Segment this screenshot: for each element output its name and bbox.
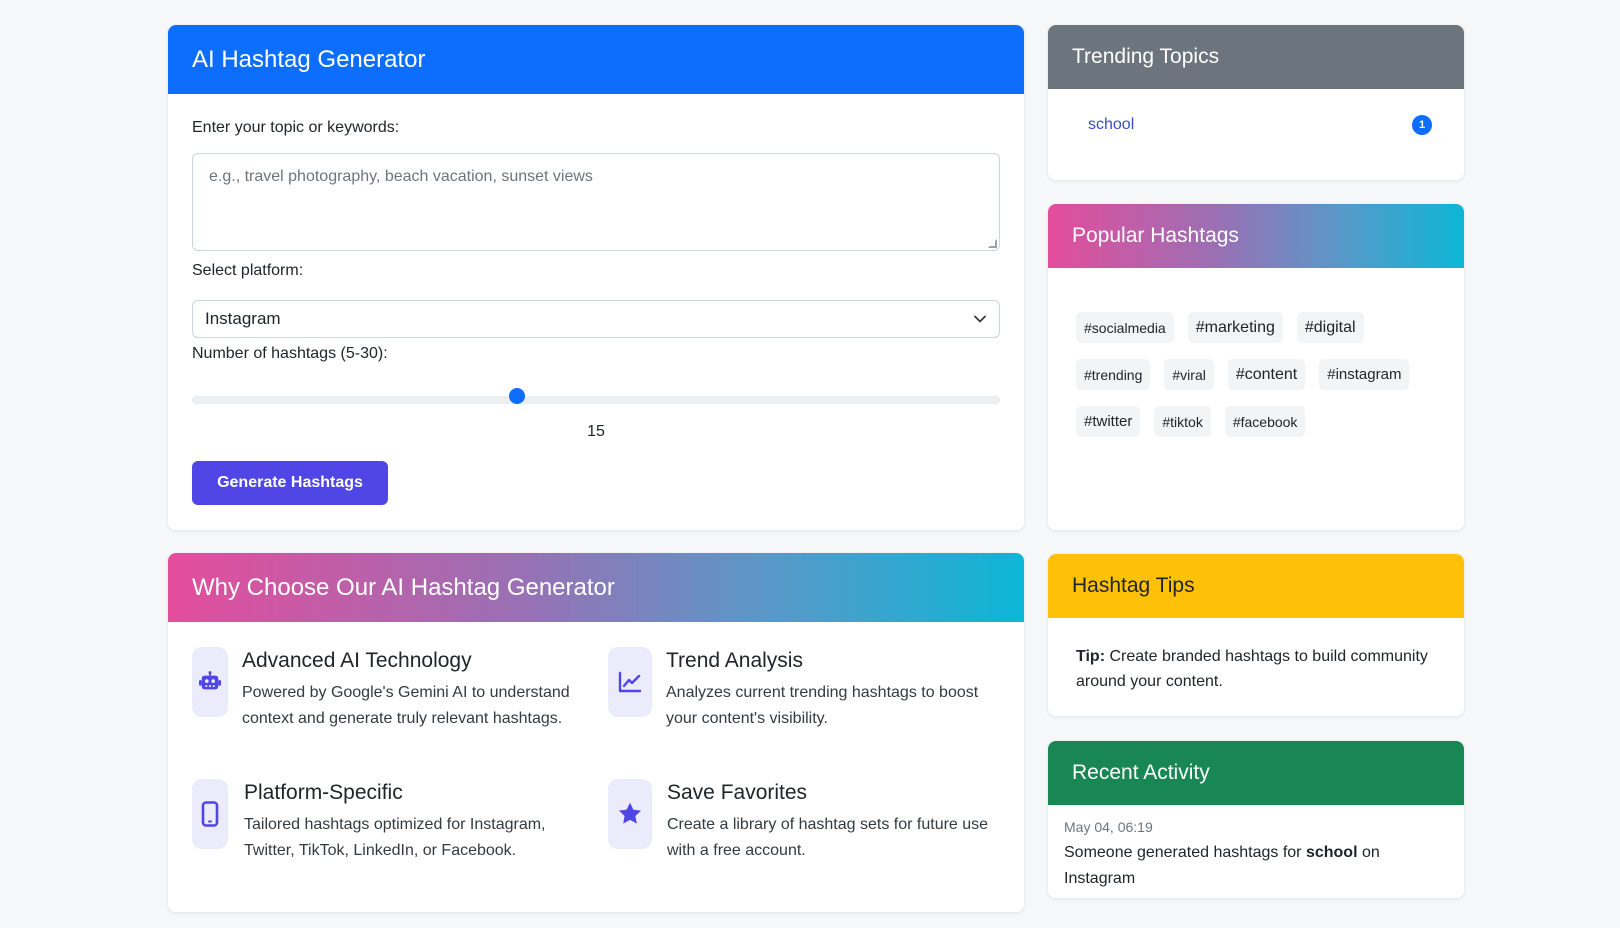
hashtag-chip[interactable]: #viral: [1164, 359, 1214, 390]
feature-desc: Create a library of hashtag sets for fut…: [667, 816, 989, 859]
popular-hashtags-card: Popular Hashtags #socialmedia #marketing…: [1048, 204, 1464, 530]
platform-select[interactable]: Instagram: [192, 300, 1000, 338]
tip-text: Tip: Create branded hashtags to build co…: [1076, 644, 1436, 694]
generator-title: AI Hashtag Generator: [168, 25, 1024, 94]
platform-label: Select platform:: [192, 262, 304, 279]
feature-desc: Tailored hashtags optimized for Instagra…: [244, 816, 546, 859]
activity-text-before: Someone generated hashtags for: [1064, 844, 1302, 861]
hashtag-chip[interactable]: #content: [1227, 359, 1306, 390]
mobile-icon: [192, 779, 228, 849]
count-value: 15: [587, 423, 605, 440]
feature-desc: Powered by Google's Gemini AI to underst…: [242, 684, 570, 727]
star-icon: [608, 779, 652, 849]
count-slider-thumb[interactable]: [508, 388, 525, 404]
chevron-down-icon: [974, 315, 986, 323]
hashtag-chip[interactable]: #twitter: [1076, 406, 1141, 437]
feature-save-favorites: Save Favorites Create a library of hasht…: [608, 779, 1004, 889]
feature-desc: Analyzes current trending hashtags to bo…: [666, 684, 979, 727]
recent-activity-title: Recent Activity: [1048, 741, 1464, 805]
hashtag-chip[interactable]: #marketing: [1187, 312, 1283, 343]
hashtag-tips-card: Hashtag Tips Tip: Create branded hashtag…: [1048, 554, 1464, 716]
topic-label: Enter your topic or keywords:: [192, 119, 400, 136]
feature-title: Platform-Specific: [244, 781, 403, 804]
feature-trend-analysis: Trend Analysis Analyzes current trending…: [608, 647, 1004, 757]
popular-hashtags-title: Popular Hashtags: [1048, 204, 1464, 268]
trending-topics-card: Trending Topics school 1: [1048, 25, 1464, 180]
topic-count-badge: 1: [1412, 115, 1432, 135]
activity-topic: school: [1305, 844, 1358, 861]
popular-hashtags-list: #socialmedia #marketing #digital #trendi…: [1076, 312, 1446, 437]
features-card: Why Choose Our AI Hashtag Generator Adva…: [168, 553, 1024, 912]
features-title: Why Choose Our AI Hashtag Generator: [168, 553, 1024, 622]
feature-title: Trend Analysis: [666, 649, 803, 672]
hashtag-chip[interactable]: #trending: [1076, 359, 1151, 390]
activity-text-middle: on: [1361, 844, 1380, 861]
hashtag-tips-title: Hashtag Tips: [1048, 554, 1464, 618]
hashtag-chip[interactable]: #facebook: [1224, 406, 1306, 437]
generate-hashtags-button[interactable]: Generate Hashtags: [192, 461, 388, 505]
feature-title: Advanced AI Technology: [242, 649, 472, 672]
robot-icon: [192, 647, 228, 717]
hashtag-chip[interactable]: #instagram: [1319, 359, 1410, 390]
hashtag-chip[interactable]: #tiktok: [1154, 406, 1211, 437]
count-slider-track[interactable]: [192, 396, 1000, 404]
activity-platform: Instagram: [1064, 870, 1136, 887]
chart-line-icon: [608, 647, 652, 717]
tip-body: Create branded hashtags to build communi…: [1076, 648, 1428, 690]
feature-advanced-ai: Advanced AI Technology Powered by Google…: [192, 647, 572, 757]
feature-platform-specific: Platform-Specific Tailored hashtags opti…: [192, 779, 572, 889]
activity-timestamp: May 04, 06:19: [1064, 819, 1153, 835]
generator-card: AI Hashtag Generator Enter your topic or…: [168, 25, 1024, 530]
topic-textarea[interactable]: e.g., travel photography, beach vacation…: [192, 153, 1000, 251]
hashtag-chip[interactable]: #socialmedia: [1076, 312, 1174, 343]
topic-item[interactable]: school 1: [1088, 115, 1432, 135]
trending-topics-title: Trending Topics: [1048, 25, 1464, 89]
topic-link[interactable]: school: [1088, 116, 1134, 134]
platform-selected-value: Instagram: [205, 309, 281, 328]
count-label: Number of hashtags (5-30):: [192, 345, 388, 362]
feature-title: Save Favorites: [667, 781, 808, 804]
resize-handle-icon[interactable]: [988, 239, 997, 248]
topic-placeholder: e.g., travel photography, beach vacation…: [209, 168, 593, 185]
activity-text: Someone generated hashtags for school on…: [1064, 840, 1444, 892]
hashtag-chip[interactable]: #digital: [1296, 312, 1364, 343]
recent-activity-card: Recent Activity May 04, 06:19 Someone ge…: [1048, 741, 1464, 898]
tip-label: Tip:: [1076, 648, 1106, 665]
